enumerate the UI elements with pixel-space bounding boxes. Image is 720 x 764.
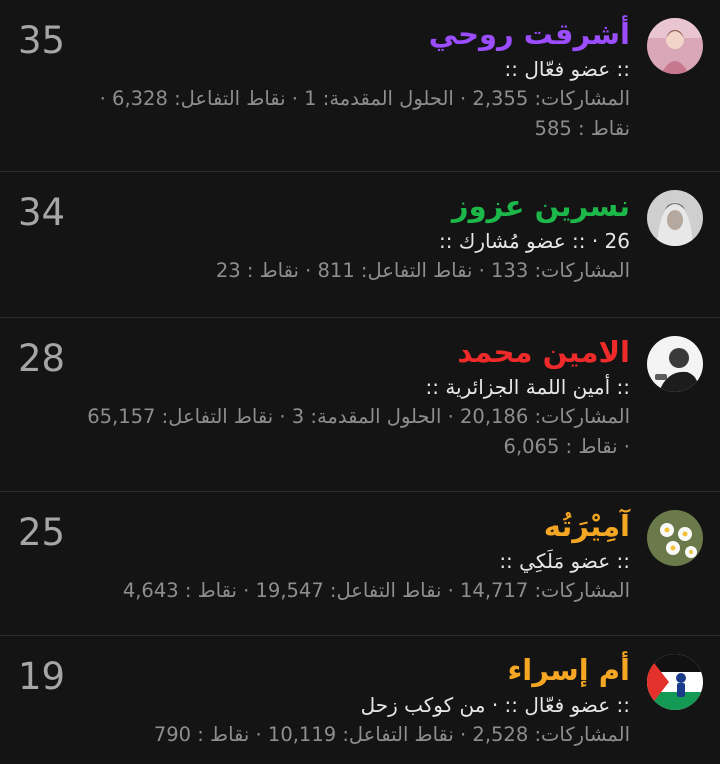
member-row: 25 آمِيْرَتُه:: عضو مَلَكِي:: المشاركا… [0, 492, 720, 636]
member-name-text[interactable]: نسرين عزوز [452, 189, 630, 223]
member-info: أم إسراء :: عضو فعّال :: · من كوكب زحل ا… [10, 652, 630, 750]
member-name[interactable]: أشرقت روحي [10, 16, 630, 52]
member-info: نسرين عزوز 26 · :: عضو مُشارك :: المشارك… [10, 188, 630, 286]
member-info: الامين محمد :: أمين اللمة الجزائرية :: ا… [10, 334, 630, 462]
member-info: أشرقت روحي :: عضو فعّال :: المشاركات: 2,… [10, 16, 630, 144]
member-stats: المشاركات: 14,717 · نقاط التفاعل: 19,547… [10, 576, 630, 606]
member-rank: 26 · :: عضو مُشارك :: [439, 229, 630, 253]
stats-line: المشاركات: 2,528 · نقاط التفاعل: 10,119 … [153, 723, 630, 746]
member-name-text[interactable]: أشرقت روحي [429, 17, 630, 51]
member-row: 19 أم إسراء :: عضو فعّال :: · من كوكب زح… [0, 636, 720, 764]
avatar-palestine-flag-icon [647, 654, 703, 710]
avatar-photo-man-white-icon [647, 336, 703, 392]
member-row: 28 الامين محمد :: أمين اللمة الجزائرية :… [0, 318, 720, 492]
avatar[interactable] [647, 336, 703, 392]
stats-line: نقاط : 585 [534, 117, 630, 140]
avatar[interactable] [647, 654, 703, 710]
member-stats: المشاركات: 2,355 · الحلول المقدمة: 1 · ن… [10, 84, 630, 144]
stats-line: المشاركات: 14,717 · نقاط التفاعل: 19,547… [122, 579, 630, 602]
member-name-text[interactable]: آمِيْرَتُه [544, 509, 630, 543]
top-members-list: 35 أشرقت روحي :: عضو فعّال :: المشاركات:… [0, 0, 720, 764]
member-name[interactable]: الامين محمد [10, 334, 630, 370]
avatar-photo-girl-pink-icon [647, 18, 703, 74]
member-name[interactable]: نسرين عزوز [10, 188, 630, 224]
member-rank: :: عضو فعّال :: [504, 57, 630, 81]
avatar[interactable] [647, 510, 703, 566]
member-row: 35 أشرقت روحي :: عضو فعّال :: المشاركات:… [0, 0, 720, 172]
member-name[interactable]: أم إسراء [10, 652, 630, 688]
stats-line: المشاركات: 2,355 · الحلول المقدمة: 1 · ن… [99, 87, 630, 110]
avatar[interactable] [647, 18, 703, 74]
avatar[interactable] [647, 190, 703, 246]
member-name-text[interactable]: الامين محمد [457, 335, 630, 369]
member-stats: المشاركات: 2,528 · نقاط التفاعل: 10,119 … [10, 720, 630, 750]
member-stats: المشاركات: 20,186 · الحلول المقدمة: 3 · … [10, 402, 630, 462]
avatar-photo-flowers-icon [647, 510, 703, 566]
stats-line: · نقاط : 6,065 [503, 435, 630, 458]
avatar-photo-woman-grey-icon [647, 190, 703, 246]
member-name[interactable]: آمِيْرَتُه [10, 508, 630, 544]
stats-line: المشاركات: 20,186 · الحلول المقدمة: 3 · … [87, 405, 630, 428]
member-rank: :: عضو مَلَكِي :: [499, 549, 630, 573]
stats-line: المشاركات: 133 · نقاط التفاعل: 811 · نقا… [215, 259, 630, 282]
member-stats: المشاركات: 133 · نقاط التفاعل: 811 · نقا… [10, 256, 630, 286]
member-rank: :: أمين اللمة الجزائرية :: [425, 375, 630, 399]
member-info: آمِيْرَتُه :: عضو مَلَكِي :: المشاركات: … [10, 508, 630, 606]
member-rank: :: عضو فعّال :: · من كوكب زحل [360, 693, 630, 717]
member-row: 34 نسرين عزوز 26 · :: عضو مُشارك :: المش… [0, 172, 720, 318]
member-name-text[interactable]: أم إسراء [507, 653, 630, 687]
